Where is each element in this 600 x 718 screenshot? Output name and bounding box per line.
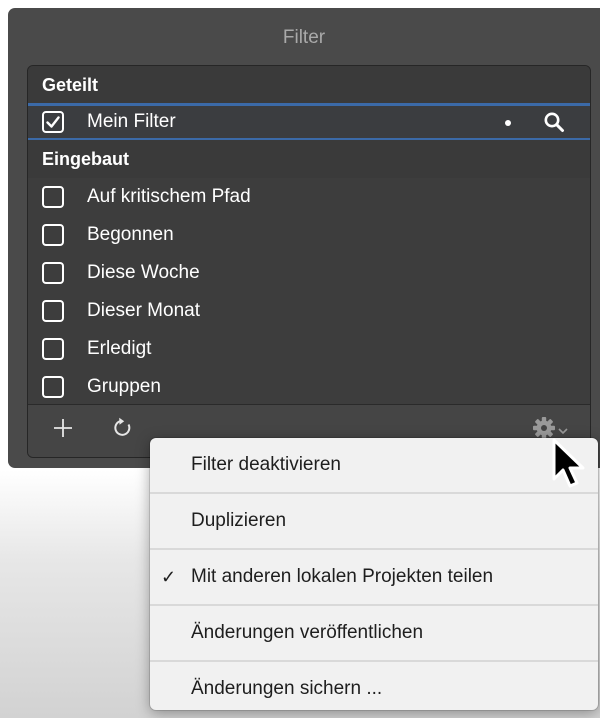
search-icon[interactable] [543, 111, 565, 133]
checkmark-icon: ✓ [161, 567, 177, 587]
filter-label: Auf kritischem Pfad [87, 186, 251, 207]
filter-panel: Filter Geteilt Mein Filter Eingebaut Auf… [8, 8, 600, 468]
checkbox-checked[interactable] [42, 111, 64, 133]
filter-list-scroll-area[interactable]: Geteilt Mein Filter Eingebaut Auf kritis… [28, 66, 590, 404]
filter-row-mein-filter[interactable]: Mein Filter [28, 103, 590, 141]
menu-item-filter-deaktivieren[interactable]: Filter deaktivieren [150, 438, 598, 492]
menu-item-aenderungen-veroeffentlichen[interactable]: Änderungen veröffentlichen [150, 606, 598, 660]
filter-label: Begonnen [87, 224, 174, 245]
filter-label: Erledigt [87, 338, 152, 359]
filter-row-erledigt[interactable]: Erledigt [28, 330, 590, 368]
mouse-pointer-icon [552, 438, 585, 488]
filter-row-auf-kritischem-pfad[interactable]: Auf kritischem Pfad [28, 178, 590, 216]
section-header-eingebaut: Eingebaut [28, 140, 590, 178]
action-menu: Filter deaktivieren Duplizieren ✓ Mit an… [150, 438, 598, 710]
filter-row-begonnen[interactable]: Begonnen [28, 216, 590, 254]
modified-dot-icon [505, 120, 511, 126]
checkbox[interactable] [42, 224, 64, 246]
filter-label: Mein Filter [87, 111, 176, 132]
filter-label: Dieser Monat [87, 300, 200, 321]
checkbox[interactable] [42, 376, 64, 398]
panel-title: Filter [282, 27, 326, 48]
checkbox[interactable] [42, 338, 64, 360]
filter-list: Geteilt Mein Filter Eingebaut Auf kritis… [27, 65, 591, 458]
menu-item-label: Mit anderen lokalen Projekten teilen [191, 566, 494, 587]
menu-item-mit-anderen-projekten-teilen[interactable]: ✓ Mit anderen lokalen Projekten teilen [150, 550, 598, 604]
plus-icon[interactable] [48, 413, 78, 443]
filter-label: Gruppen [87, 376, 161, 397]
checkmark-icon [46, 116, 60, 128]
filter-label: Diese Woche [87, 262, 200, 283]
menu-item-label: Filter deaktivieren [191, 454, 341, 475]
filter-row-gruppen[interactable]: Gruppen [28, 368, 590, 404]
menu-item-label: Duplizieren [191, 510, 287, 531]
menu-item-label: Änderungen veröffentlichen [191, 622, 424, 643]
menu-item-aenderungen-sichern[interactable]: Änderungen sichern ... [150, 662, 598, 710]
menu-item-duplizieren[interactable]: Duplizieren [150, 494, 598, 548]
checkbox[interactable] [42, 262, 64, 284]
filter-row-dieser-monat[interactable]: Dieser Monat [28, 292, 590, 330]
refresh-icon[interactable] [108, 413, 138, 443]
checkbox[interactable] [42, 186, 64, 208]
checkbox[interactable] [42, 300, 64, 322]
filter-row-diese-woche[interactable]: Diese Woche [28, 254, 590, 292]
section-header-geteilt: Geteilt [28, 66, 590, 104]
menu-item-label: Änderungen sichern ... [191, 678, 383, 699]
